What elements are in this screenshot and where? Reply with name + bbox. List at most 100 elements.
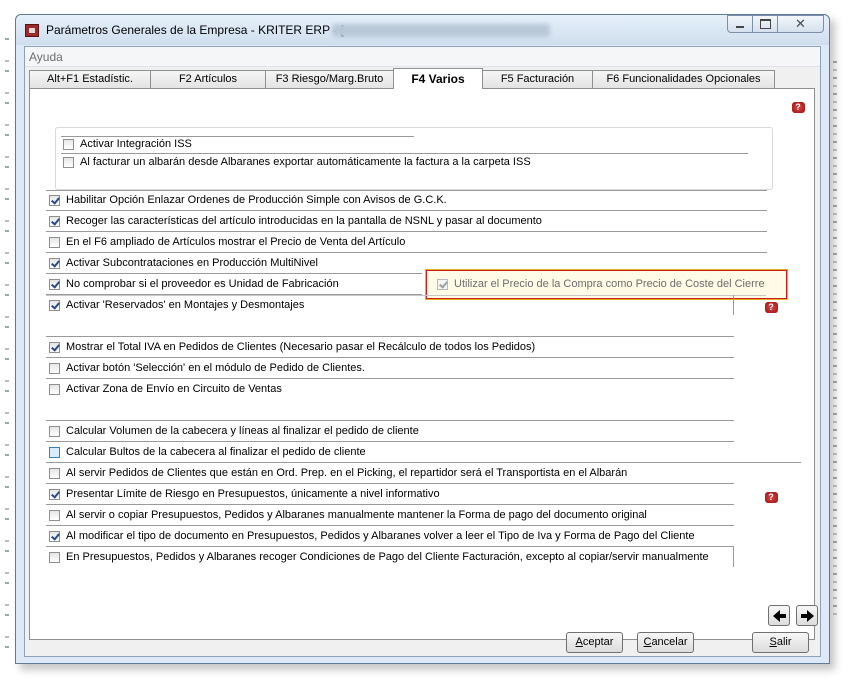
- divider: [733, 295, 734, 315]
- divider: [46, 441, 734, 442]
- checkbox: [49, 530, 60, 542]
- check-caracteristicas-nsnl[interactable]: Recoger las características del artículo…: [49, 213, 542, 229]
- checkbox: [49, 509, 60, 521]
- close-button[interactable]: ✕: [778, 15, 824, 33]
- cancelar-button[interactable]: Cancelar: [637, 632, 694, 653]
- checkbox-label: Presentar Límite de Riesgo en Presupuest…: [66, 488, 440, 500]
- check-reservados[interactable]: Activar 'Reservados' en Montajes y Desmo…: [49, 297, 304, 313]
- minimize-icon: [736, 25, 744, 28]
- check-calcular-bultos[interactable]: Calcular Bultos de la cabecera al finali…: [49, 444, 366, 460]
- check-zona-envio[interactable]: Activar Zona de Envío en Circuito de Ven…: [49, 381, 282, 397]
- check-limite-riesgo[interactable]: Presentar Límite de Riesgo en Presupuest…: [49, 486, 440, 502]
- help-icon: ?: [791, 101, 805, 113]
- redacted-title-part: [332, 24, 550, 37]
- checkbox: [49, 425, 60, 437]
- checkbox: [49, 215, 60, 227]
- check-repartidor-transportista[interactable]: Al servir Pedidos de Clientes que están …: [49, 465, 627, 481]
- checkbox: [49, 551, 60, 563]
- help-button-bottom[interactable]: ?: [763, 489, 779, 505]
- divider: [46, 483, 734, 484]
- help-button-top[interactable]: ?: [790, 99, 806, 115]
- checkbox: [49, 299, 60, 311]
- divider: [46, 357, 734, 358]
- check-condiciones-pago[interactable]: En Presupuestos, Pedidos y Albaranes rec…: [49, 549, 709, 565]
- checkbox-label: Recoger las características del artículo…: [66, 215, 542, 227]
- tab-funcionalidades[interactable]: F6 Funcionalidades Opcionales: [592, 70, 775, 88]
- check-subcontrataciones[interactable]: Activar Subcontrataciones en Producción …: [49, 255, 318, 271]
- tab-estadisticas[interactable]: Alt+F1 Estadístic.: [29, 70, 151, 88]
- menu-ayuda[interactable]: Ayuda: [29, 50, 63, 64]
- checkbox-label: Al modificar el tipo de documento en Pre…: [66, 530, 695, 542]
- divider: [46, 420, 734, 421]
- divider: [46, 546, 734, 547]
- checkbox-label: Al servir Pedidos de Clientes que están …: [66, 467, 628, 479]
- check-enlazar-ordenes[interactable]: Habilitar Opción Enlazar Ordenes de Prod…: [49, 192, 447, 208]
- check-precio-venta-f6[interactable]: En el F6 ampliado de Artículos mostrar e…: [49, 234, 405, 250]
- check-boton-seleccion[interactable]: Activar botón 'Selección' en el módulo d…: [49, 360, 365, 376]
- check-unidad-fabricacion[interactable]: No comprobar si el proveedor es Unidad d…: [49, 276, 339, 292]
- window-client: Ayuda Alt+F1 Estadístic. F2 Artículos F3…: [24, 46, 821, 657]
- checkbox-label: Habilitar Opción Enlazar Ordenes de Prod…: [66, 194, 447, 206]
- aceptar-mnemonic: A: [575, 636, 583, 648]
- aceptar-label: ceptar: [582, 636, 614, 648]
- divider: [46, 336, 734, 337]
- checkbox-label: No comprobar si el proveedor es Unidad d…: [66, 278, 339, 290]
- app-icon: [25, 24, 39, 37]
- check-exportar-iss[interactable]: Al facturar un albarán desde Albaranes e…: [63, 154, 531, 170]
- main-window: Parámetros Generales de la Empresa - KRI…: [15, 14, 830, 664]
- checkbox-label: En Presupuestos, Pedidos y Albaranes rec…: [66, 551, 709, 563]
- tab-riesgo[interactable]: F3 Riesgo/Marg.Bruto: [265, 70, 394, 88]
- tab-varios[interactable]: F4 Varios: [393, 68, 483, 89]
- checkbox: [437, 278, 448, 290]
- salir-button[interactable]: Salir: [752, 632, 809, 653]
- background-left-edge: [5, 30, 9, 650]
- menu-bar: Ayuda: [25, 47, 820, 67]
- tab-articulos[interactable]: F2 Artículos: [150, 70, 266, 88]
- divider: [46, 462, 801, 463]
- checkbox: [49, 341, 60, 353]
- maximize-button[interactable]: [753, 15, 778, 33]
- next-button[interactable]: [796, 605, 818, 626]
- check-total-iva[interactable]: Mostrar el Total IVA en Pedidos de Clien…: [49, 339, 535, 355]
- checkbox: [49, 488, 60, 500]
- checkbox-label: Activar botón 'Selección' en el módulo d…: [66, 362, 365, 374]
- divider: [46, 231, 767, 232]
- checkbox: [49, 383, 60, 395]
- tab-facturacion[interactable]: F5 Facturación: [482, 70, 593, 88]
- help-icon: ?: [764, 491, 778, 503]
- maximize-icon: [759, 19, 771, 29]
- tab-strip: Alt+F1 Estadístic. F2 Artículos F3 Riesg…: [25, 68, 820, 89]
- check-activar-iss[interactable]: Activar Integración ISS: [63, 136, 192, 152]
- checkbox: [63, 156, 74, 168]
- checkbox-label: Calcular Volumen de la cabecera y líneas…: [66, 425, 419, 437]
- divider: [46, 190, 767, 191]
- checkbox: [49, 362, 60, 374]
- window-title: Parámetros Generales de la Empresa - KRI…: [46, 23, 344, 37]
- divider: [46, 210, 767, 211]
- checkbox-label: Activar Zona de Envío en Circuito de Ven…: [66, 383, 282, 395]
- divider: [46, 378, 734, 379]
- checkbox-label: Activar Integración ISS: [80, 138, 192, 150]
- title-bar[interactable]: Parámetros Generales de la Empresa - KRI…: [16, 15, 829, 45]
- divider: [46, 504, 734, 505]
- checkbox-label: Activar Subcontrataciones en Producción …: [66, 257, 318, 269]
- check-calcular-volumen[interactable]: Calcular Volumen de la cabecera y líneas…: [49, 423, 419, 439]
- close-icon: ✕: [795, 16, 806, 31]
- checkbox-label: Al servir o copiar Presupuestos, Pedidos…: [66, 509, 647, 521]
- minimize-button[interactable]: [727, 15, 753, 33]
- aceptar-button[interactable]: Aceptar: [566, 632, 623, 653]
- previous-button[interactable]: [768, 605, 790, 626]
- checkbox: [49, 446, 60, 458]
- divider: [46, 273, 422, 274]
- checkbox: [49, 467, 60, 479]
- checkbox-label: Activar 'Reservados' en Montajes y Desmo…: [66, 299, 305, 311]
- check-releer-tipo-iva[interactable]: Al modificar el tipo de documento en Pre…: [49, 528, 695, 544]
- help-button-middle[interactable]: ?: [763, 299, 779, 315]
- check-precio-compra-cierre[interactable]: Utilizar el Precio de la Compra como Pre…: [437, 276, 765, 292]
- check-forma-pago-original[interactable]: Al servir o copiar Presupuestos, Pedidos…: [49, 507, 647, 523]
- checkbox[interactable]: [63, 138, 74, 150]
- divider: [46, 252, 767, 253]
- tab-panel-varios: ? Activar Integración ISS Al facturar un…: [29, 88, 818, 640]
- checkbox: [49, 278, 60, 290]
- salir-label: alir: [776, 636, 792, 648]
